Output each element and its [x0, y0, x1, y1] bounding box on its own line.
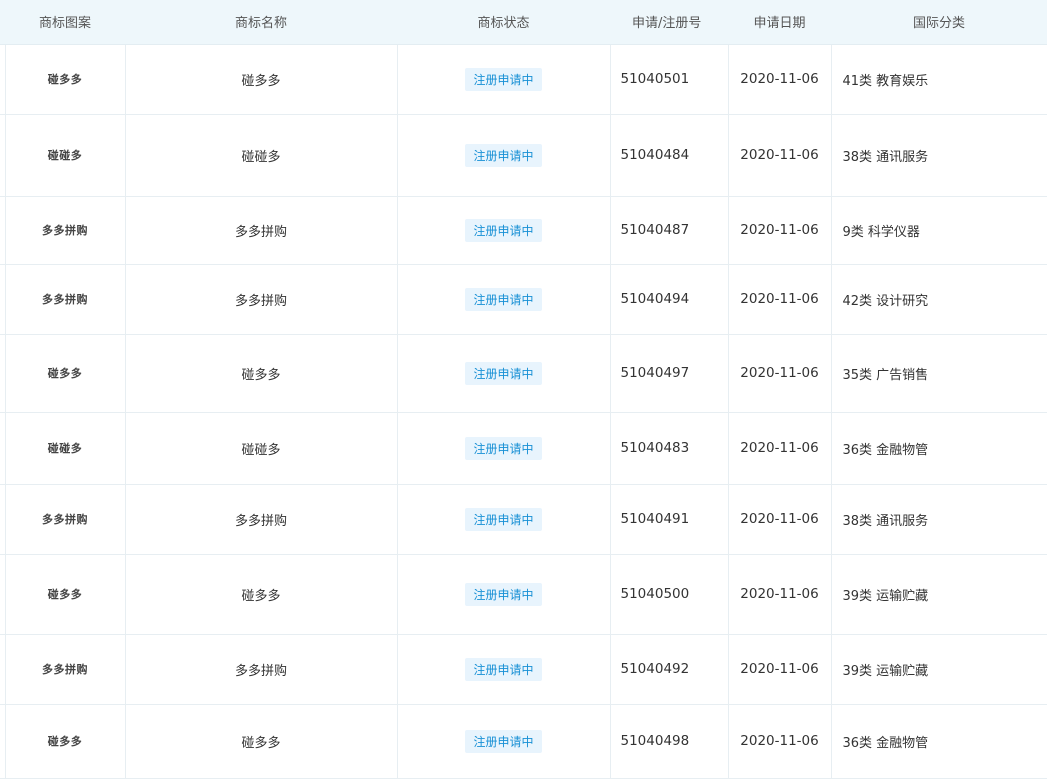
status-cell: 注册申请中 — [397, 412, 611, 485]
header-class: 国际分类 — [831, 0, 1047, 45]
trademark-name[interactable]: 碰碰多 — [125, 412, 398, 485]
header-logo: 商标图案 — [5, 0, 125, 45]
table-row[interactable]: 多多拼购 多多拼购 注册申请中 51040494 2020-11-06 42类 设计研究 — [0, 264, 1047, 335]
application-date: 2020-11-06 — [728, 196, 832, 265]
trademark-logo[interactable]: 碰多多 — [5, 554, 126, 635]
registration-number: 51040492 — [610, 634, 729, 705]
application-date: 2020-11-06 — [728, 264, 832, 335]
table-row[interactable]: 多多拼购 多多拼购 注册申请中 51040487 2020-11-06 9类 科学仪器 — [0, 196, 1047, 265]
trademark-logo[interactable]: 碰多多 — [5, 704, 126, 779]
international-class: 38类 通讯服务 — [831, 114, 1047, 197]
table-header-row: 商标图案 商标名称 商标状态 申请/注册号 申请日期 国际分类 — [0, 0, 1047, 45]
trademark-logo[interactable]: 碰碰多 — [5, 412, 126, 485]
application-date: 2020-11-06 — [728, 114, 832, 197]
status-cell: 注册申请中 — [397, 334, 611, 413]
trademark-name[interactable]: 碰多多 — [125, 704, 398, 779]
registration-number: 51040494 — [610, 264, 729, 335]
trademark-name[interactable]: 碰多多 — [125, 554, 398, 635]
application-date: 2020-11-06 — [728, 334, 832, 413]
trademark-name[interactable]: 碰多多 — [125, 334, 398, 413]
status-badge: 注册申请中 — [465, 218, 542, 242]
status-badge: 注册申请中 — [465, 143, 542, 167]
trademark-logo[interactable]: 多多拼购 — [5, 484, 126, 555]
registration-number: 51040500 — [610, 554, 729, 635]
international-class: 41类 教育娱乐 — [831, 44, 1047, 115]
trademark-logo[interactable]: 多多拼购 — [5, 264, 126, 335]
international-class: 36类 金融物管 — [831, 704, 1047, 779]
header-status: 商标状态 — [397, 0, 610, 45]
registration-number: 51040498 — [610, 704, 729, 779]
status-badge: 注册申请中 — [465, 287, 542, 311]
registration-number: 51040487 — [610, 196, 729, 265]
header-reg-no: 申请/注册号 — [610, 0, 728, 45]
header-name: 商标名称 — [125, 0, 397, 45]
trademark-name[interactable]: 多多拼购 — [125, 196, 398, 265]
application-date: 2020-11-06 — [728, 44, 832, 115]
application-date: 2020-11-06 — [728, 704, 832, 779]
status-badge: 注册申请中 — [465, 436, 542, 460]
international-class: 42类 设计研究 — [831, 264, 1047, 335]
status-badge: 注册申请中 — [465, 729, 542, 753]
trademark-name[interactable]: 多多拼购 — [125, 634, 398, 705]
international-class: 36类 金融物管 — [831, 412, 1047, 485]
application-date: 2020-11-06 — [728, 634, 832, 705]
status-cell: 注册申请中 — [397, 44, 611, 115]
status-cell: 注册申请中 — [397, 634, 611, 705]
status-badge: 注册申请中 — [465, 657, 542, 681]
table-row[interactable]: 碰碰多 碰碰多 注册申请中 51040484 2020-11-06 38类 通讯服务 — [0, 114, 1047, 197]
status-badge: 注册申请中 — [465, 67, 542, 91]
table-row[interactable]: 多多拼购 多多拼购 注册申请中 51040492 2020-11-06 39类 运输贮藏 — [0, 634, 1047, 705]
trademark-table: 商标图案 商标名称 商标状态 申请/注册号 申请日期 国际分类 碰多多 碰多多 注册… — [0, 0, 1047, 779]
status-cell: 注册申请中 — [397, 554, 611, 635]
registration-number: 51040491 — [610, 484, 729, 555]
international-class: 35类 广告销售 — [831, 334, 1047, 413]
table-row[interactable]: 多多拼购 多多拼购 注册申请中 51040491 2020-11-06 38类 通讯服务 — [0, 484, 1047, 555]
international-class: 39类 运输贮藏 — [831, 554, 1047, 635]
application-date: 2020-11-06 — [728, 412, 832, 485]
international-class: 39类 运输贮藏 — [831, 634, 1047, 705]
status-badge: 注册申请中 — [465, 361, 542, 385]
registration-number: 51040497 — [610, 334, 729, 413]
header-date: 申请日期 — [728, 0, 831, 45]
registration-number: 51040501 — [610, 44, 729, 115]
trademark-logo[interactable]: 多多拼购 — [5, 196, 126, 265]
trademark-name[interactable]: 碰碰多 — [125, 114, 398, 197]
registration-number: 51040483 — [610, 412, 729, 485]
status-cell: 注册申请中 — [397, 484, 611, 555]
status-badge: 注册申请中 — [465, 582, 542, 606]
status-cell: 注册申请中 — [397, 704, 611, 779]
trademark-logo[interactable]: 碰碰多 — [5, 114, 126, 197]
registration-number: 51040484 — [610, 114, 729, 197]
application-date: 2020-11-06 — [728, 484, 832, 555]
trademark-name[interactable]: 碰多多 — [125, 44, 398, 115]
table-row[interactable]: 碰多多 碰多多 注册申请中 51040497 2020-11-06 35类 广告销售 — [0, 334, 1047, 413]
trademark-logo[interactable]: 碰多多 — [5, 44, 126, 115]
trademark-logo[interactable]: 碰多多 — [5, 334, 126, 413]
trademark-name[interactable]: 多多拼购 — [125, 264, 398, 335]
trademark-name[interactable]: 多多拼购 — [125, 484, 398, 555]
table-row[interactable]: 碰碰多 碰碰多 注册申请中 51040483 2020-11-06 36类 金融物管 — [0, 412, 1047, 485]
table-row[interactable]: 碰多多 碰多多 注册申请中 51040500 2020-11-06 39类 运输贮藏 — [0, 554, 1047, 635]
international-class: 38类 通讯服务 — [831, 484, 1047, 555]
international-class: 9类 科学仪器 — [831, 196, 1047, 265]
status-badge: 注册申请中 — [465, 507, 542, 531]
status-cell: 注册申请中 — [397, 196, 611, 265]
trademark-logo[interactable]: 多多拼购 — [5, 634, 126, 705]
application-date: 2020-11-06 — [728, 554, 832, 635]
status-cell: 注册申请中 — [397, 114, 611, 197]
table-row[interactable]: 碰多多 碰多多 注册申请中 51040498 2020-11-06 36类 金融物管 — [0, 704, 1047, 779]
table-row[interactable]: 碰多多 碰多多 注册申请中 51040501 2020-11-06 41类 教育娱乐 — [0, 44, 1047, 115]
status-cell: 注册申请中 — [397, 264, 611, 335]
